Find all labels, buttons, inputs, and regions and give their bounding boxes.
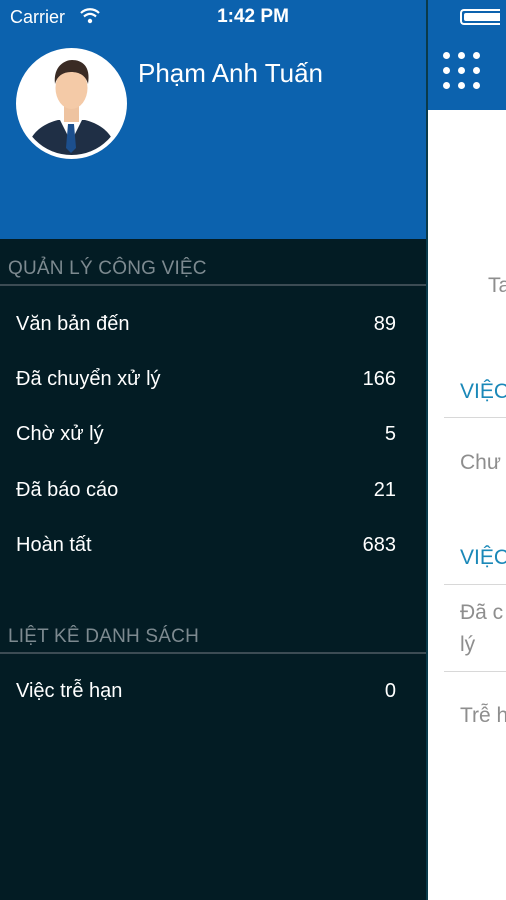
- menu-item-label: Chờ xử lý: [16, 423, 104, 445]
- menu-item-count: 21: [373, 479, 396, 501]
- main-list-item[interactable]: Trễ h: [460, 704, 506, 728]
- main-divider: [444, 671, 506, 672]
- menu-item-count: 89: [373, 313, 396, 335]
- main-divider: [444, 417, 506, 418]
- menu-item-completed[interactable]: Hoàn tất 683: [0, 521, 426, 573]
- menu-item-count: 683: [362, 534, 396, 556]
- main-list-item-line2: lý: [460, 633, 476, 656]
- section-divider: [0, 652, 426, 654]
- menu-item-pending[interactable]: Chờ xử lý 5: [0, 410, 426, 462]
- user-avatar-icon: [20, 52, 123, 155]
- menu-item-count: 166: [362, 368, 396, 390]
- menu-item-forwarded[interactable]: Đã chuyển xử lý 166: [0, 355, 426, 407]
- grid-icon[interactable]: [443, 52, 483, 92]
- menu-item-overdue[interactable]: Việc trễ hạn 0: [0, 667, 426, 719]
- section-divider: [0, 284, 426, 286]
- menu-item-label: Văn bản đến: [16, 313, 130, 335]
- status-time: 1:42 PM: [217, 6, 289, 27]
- main-list-item[interactable]: Chư: [460, 451, 501, 475]
- main-list-item[interactable]: Đã c: [460, 601, 503, 625]
- battery-icon: [460, 9, 500, 25]
- section-title-task-management: QUẢN LÝ CÔNG VIỆC: [8, 258, 207, 279]
- menu-item-count: 0: [384, 680, 396, 702]
- section-title-list: LIỆT KÊ DANH SÁCH: [8, 626, 199, 647]
- menu-item-label: Hoàn tất: [16, 534, 92, 556]
- main-text-fragment: Ta: [488, 274, 506, 297]
- avatar[interactable]: [16, 48, 127, 159]
- main-section-title: VIỆC: [460, 380, 506, 403]
- user-name: Phạm Anh Tuấn: [138, 58, 324, 88]
- main-content: Ta VIỆC Chư VIỆC Đã c lý Trễ h: [426, 0, 506, 900]
- menu-item-count: 5: [384, 423, 396, 445]
- menu-item-reported[interactable]: Đã báo cáo 21: [0, 466, 426, 518]
- status-bar: Carrier 1:42 PM: [0, 0, 506, 36]
- menu-item-incoming-documents[interactable]: Văn bản đến 89: [0, 300, 426, 352]
- main-section-title: VIỆC: [460, 546, 506, 569]
- menu-item-label: Việc trễ hạn: [16, 680, 123, 702]
- menu-item-label: Đã báo cáo: [16, 479, 119, 501]
- menu-item-label: Đã chuyển xử lý: [16, 368, 161, 390]
- main-divider: [444, 584, 506, 585]
- navigation-drawer: Phạm Anh Tuấn QUẢN LÝ CÔNG VIỆC Văn bản …: [0, 0, 426, 900]
